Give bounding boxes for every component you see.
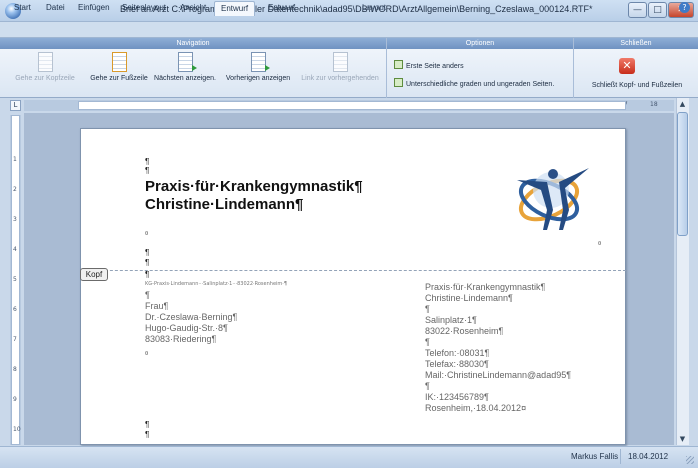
ruler-tick-label: 18 (650, 101, 658, 108)
help-icon[interactable]: ? (679, 2, 690, 13)
ruler-tick-label: 2 (13, 186, 17, 193)
goto-footer-button[interactable]: Gehe zur Fußzeile (86, 52, 152, 96)
vertical-ruler-active: 1 2 3 4 5 6 7 8 9 10 (11, 115, 21, 445)
tab-einfuegen[interactable]: Einfügen (72, 1, 116, 16)
recipient-salutation: Frau¶ (145, 301, 169, 311)
sender-block-line: 83022·Rosenheim¶ (425, 326, 504, 336)
cell-end-mark: ¤ (145, 351, 149, 357)
sender-block-line: Praxis·für·Krankengymnastik¶ (425, 282, 546, 292)
sender-block-line: ¶ (425, 337, 430, 347)
tab-start[interactable]: Start (8, 1, 37, 16)
ruler-tick-label: 10 (13, 426, 21, 433)
tab-entwurf-active[interactable]: Entwurf (214, 1, 256, 16)
paragraph-mark: ¶ (145, 430, 150, 439)
ruler-tick-label: 6 (13, 306, 17, 313)
first-page-icon (394, 60, 403, 69)
link-to-previous-label: Link zur vorhergehenden (301, 75, 379, 82)
scroll-down-arrow-icon[interactable]: ▼ (676, 433, 689, 445)
ruler-tick-label: 5 (13, 276, 17, 283)
tab-ansicht[interactable]: Ansicht (174, 1, 212, 16)
show-previous-label: Vorherigen anzeigen (225, 75, 291, 82)
ruler-tick-label: 3 (13, 216, 17, 223)
horizontal-ruler-active[interactable] (78, 101, 626, 110)
group-optionen-header: Optionen (387, 38, 573, 49)
group-navigation-header: Navigation (0, 38, 386, 49)
maximize-button[interactable]: □ (648, 2, 667, 18)
sender-return-line: KG-Praxis·Lindemann···Salinplatz·1···830… (145, 281, 288, 287)
show-previous-button[interactable]: Vorherigen anzeigen (220, 52, 296, 96)
goto-header-button[interactable]: Gehe zur Kopfzeile (4, 52, 86, 96)
tab-datei[interactable]: Datei (40, 1, 71, 16)
ruler-tick-label: 4 (13, 246, 17, 253)
goto-footer-label: Gehe zur Fußzeile (90, 75, 148, 82)
ruler-tick-label: 1 (13, 156, 17, 163)
status-user: Markus Fallis (571, 452, 619, 461)
option-different-first-page[interactable]: Erste Seite anders (394, 60, 464, 70)
header-boundary-line (80, 270, 626, 271)
close-header-footer-icon[interactable]: ✕ (619, 58, 635, 74)
scroll-up-arrow-icon[interactable]: ▲ (676, 98, 689, 110)
status-separator (620, 449, 621, 464)
next-section-icon (177, 52, 197, 72)
practice-name-heading: Praxis·für·Krankengymnastik¶ (145, 178, 363, 195)
tab-layout[interactable]: Layout (356, 1, 392, 16)
practice-owner-heading: Christine·Lindemann¶ (145, 196, 304, 213)
option-odd-even-label: Unterschiedliche graden und ungeraden Se… (406, 81, 555, 88)
resize-grip-icon[interactable] (686, 456, 694, 464)
paragraph-mark: ¶ (145, 157, 150, 166)
logo-figure-head (548, 169, 558, 179)
link-icon (332, 52, 348, 72)
ruler-tick-label: 7 (13, 336, 17, 343)
sender-mail: Mail:·ChristineLindemann@adad95¶ (425, 370, 572, 380)
show-next-label: Nächsten anzeigen. (154, 75, 216, 82)
recipient-line: ¶ (145, 290, 150, 300)
footer-page-icon (111, 52, 127, 72)
header-page-icon (37, 52, 53, 72)
recipient-street: Hugo-Gaudig-Str.·8¶ (145, 323, 228, 333)
vertical-scroll-thumb[interactable] (677, 112, 688, 236)
goto-header-label: Gehe zur Kopfzeile (15, 75, 75, 82)
header-label-tag: Kopf (80, 268, 108, 281)
option-different-first-page-label: Erste Seite anders (406, 63, 464, 70)
tab-seitenlayout[interactable]: Seitenlayout (116, 1, 172, 16)
sender-block-line: Christine·Lindemann¶ (425, 293, 513, 303)
ribbon-tab-bar (0, 22, 698, 38)
paragraph-mark: ¶ (145, 258, 150, 267)
recipient-city: 83083·Riedering¶ (145, 334, 217, 344)
practice-logo (517, 168, 589, 230)
show-next-button[interactable]: Nächsten anzeigen. (152, 52, 218, 96)
sender-ik: IK:·123456789¶ (425, 392, 489, 402)
cell-end-mark: ¤ (145, 231, 149, 237)
sender-block-line: ¶ (425, 304, 430, 314)
group-schliessen-header: Schließen (574, 38, 698, 49)
odd-even-icon (394, 78, 403, 87)
sender-place-date: Rosenheim,·18.04.2012¤ (425, 403, 527, 413)
status-date: 18.04.2012 (628, 452, 669, 461)
paragraph-mark: ¶ (145, 420, 150, 429)
tab-entwurf[interactable]: Entwurf (262, 1, 301, 16)
recipient-name: Dr.·Czeslawa·Berning¶ (145, 312, 238, 322)
tab-stop-selector[interactable]: L (10, 100, 21, 111)
ruler-tick-label: 9 (13, 396, 17, 403)
ruler-tick-label: 8 (13, 366, 17, 373)
previous-section-icon (250, 52, 270, 72)
sender-phone: Telefon:·08031¶ (425, 348, 490, 358)
paragraph-mark: ¶ (145, 270, 150, 279)
sender-fax: Telefax:·88030¶ (425, 359, 489, 369)
minimize-button[interactable]: — (628, 2, 647, 18)
sender-block-line: Salinplatz·1¶ (425, 315, 477, 325)
link-to-previous-button[interactable]: Link zur vorhergehenden (296, 52, 384, 96)
cell-end-mark: ¤ (598, 241, 602, 247)
close-header-footer-button[interactable]: Schließt Kopf- und Fußzeilen (578, 82, 696, 89)
option-odd-even-pages[interactable]: Unterschiedliche graden und ungeraden Se… (394, 78, 554, 88)
sender-block-line: ¶ (425, 381, 430, 391)
paragraph-mark: ¶ (145, 166, 150, 175)
paragraph-mark: ¶ (145, 248, 150, 257)
